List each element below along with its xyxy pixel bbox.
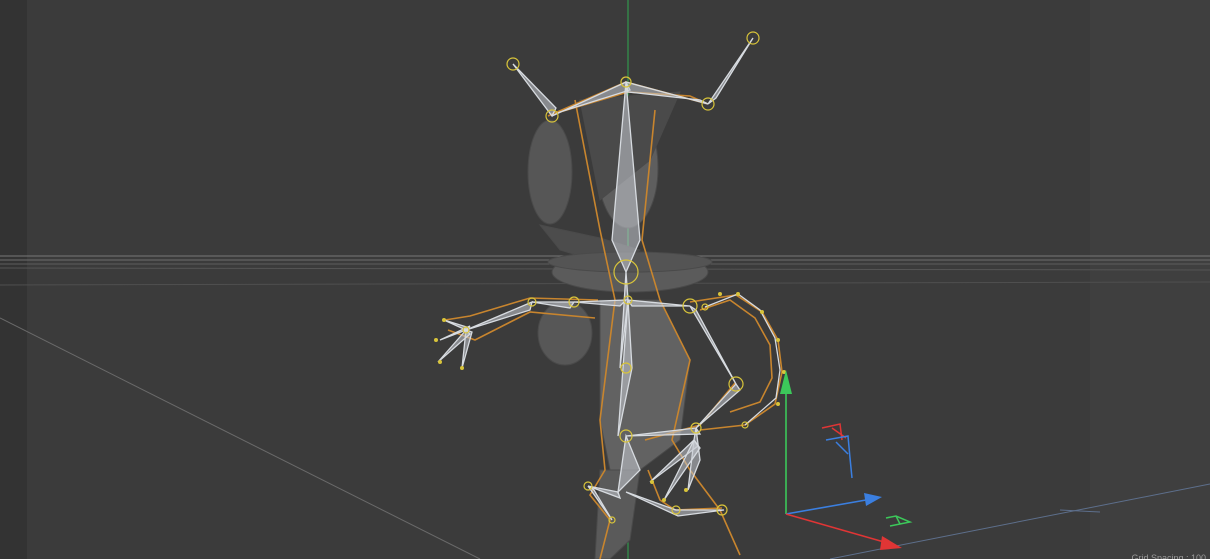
- axis-x-arrow[interactable]: [880, 536, 902, 550]
- viewport-hud-text: Grid Spacing : 100: [1131, 554, 1206, 559]
- 3d-viewport[interactable]: Grid Spacing : 100: [0, 0, 1210, 559]
- axis-z-line: [785, 499, 867, 515]
- axis-gizmo[interactable]: [780, 370, 913, 550]
- axis-z-arrow[interactable]: [864, 493, 882, 506]
- axis-label-z-icon: [825, 435, 853, 479]
- axis-x-line: [785, 513, 885, 543]
- axis-label-y-icon: [885, 515, 913, 527]
- scene-canvas[interactable]: [0, 0, 1210, 559]
